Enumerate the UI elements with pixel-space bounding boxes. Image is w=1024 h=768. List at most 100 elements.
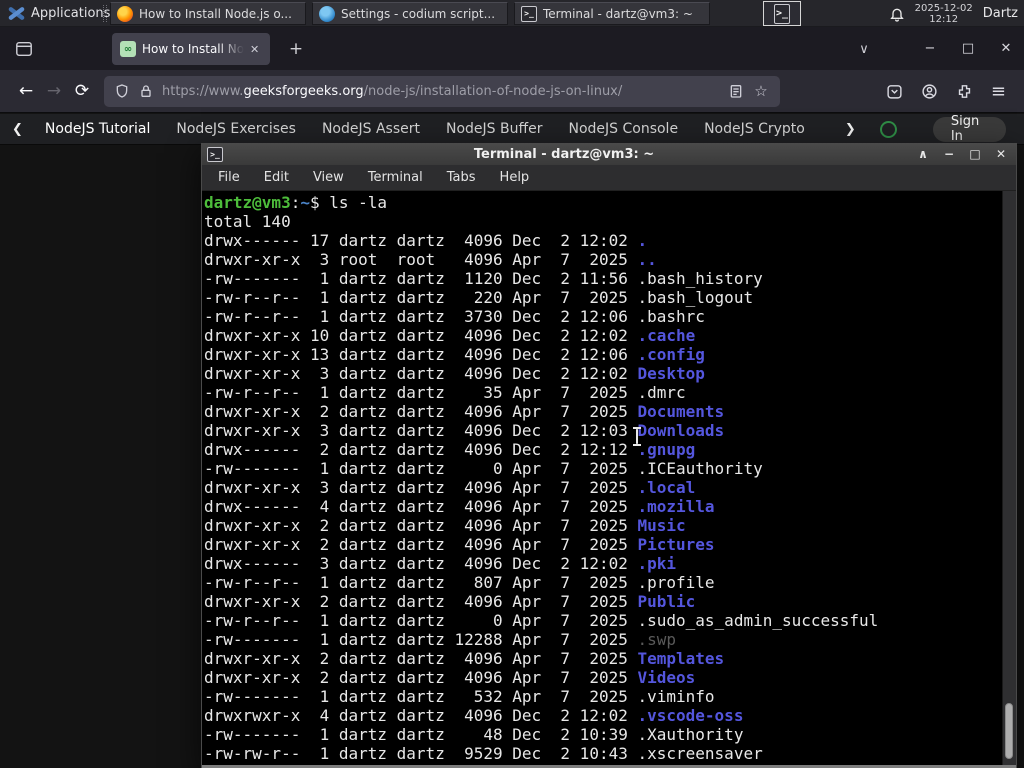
menu-view[interactable]: View [313,170,344,185]
file-name: .bashrc [637,307,705,326]
nav-item-nodejs-tutorial[interactable]: NodeJS Tutorial [45,121,150,137]
panel-clock[interactable]: 2025-12-02 12:12 [915,3,973,25]
terminal-menubar: File Edit View Terminal Tabs Help [202,165,1016,191]
geeksforgeeks-nav-bar: ❮ NodeJS Tutorial NodeJS Exercises NodeJS … [0,114,1024,145]
file-name: Templates [637,649,725,668]
browser-toolbar: ← → ⟳ https://www.geeksforgeeks.org/node… [0,70,1024,113]
file-name: .gnupg [637,440,696,459]
terminal-line: drwxr-xr-x 2 dartz dartz 4096 Apr 7 2025… [204,516,686,535]
menu-help[interactable]: Help [500,170,530,185]
tracking-protection-shield-icon[interactable] [114,83,130,99]
file-name: .bash_logout [637,288,754,307]
terminal-line: drwxr-xr-x 10 dartz dartz 4096 Dec 2 12:… [204,326,696,345]
file-name: .viminfo [637,687,715,706]
nav-scroll-right-icon[interactable]: ❯ [845,122,856,137]
file-name: Downloads [637,421,725,440]
firefox-view-icon [16,41,32,57]
file-name: .profile [637,573,715,592]
panel-grip [103,5,107,22]
file-name: .. [637,250,657,269]
terminal-scrollbar-thumb[interactable] [1005,703,1013,759]
task-button-label: Terminal - dartz@vm3: ~ [543,6,693,21]
list-all-tabs-icon[interactable]: ∨ [852,37,876,61]
url-text[interactable]: https://www.geeksforgeeks.org/node-js/in… [162,84,720,99]
lock-icon[interactable] [138,83,154,99]
terminal-line: drwx------ 17 dartz dartz 4096 Dec 2 12:… [204,231,648,250]
file-name: Documents [637,402,725,421]
panel-user-label: Dartz [982,6,1018,21]
terminal-icon: >_ [521,5,537,22]
terminal-title-bar[interactable]: >_ Terminal - dartz@vm3: ~ ∧ − □ ✕ [202,143,1016,165]
browser-window-controls: − □ ✕ [918,35,1018,61]
applications-menu-button[interactable]: Applications [2,1,116,26]
reader-mode-icon[interactable] [728,83,744,99]
terminal-maximize-icon[interactable]: □ [968,147,982,161]
nav-item-nodejs-buffer[interactable]: NodeJS Buffer [446,121,543,137]
nav-scroll-left-icon[interactable]: ❮ [12,122,23,137]
terminal-line: -rw------- 1 dartz dartz 48 Dec 2 10:39 … [204,725,744,744]
browser-minimize-icon[interactable]: − [918,35,942,61]
menu-terminal[interactable]: Terminal [368,170,423,185]
extensions-icon[interactable] [956,83,973,100]
menu-edit[interactable]: Edit [264,170,289,185]
terminal-minimize-icon[interactable]: − [942,147,956,161]
terminal-line: drwxr-xr-x 3 dartz dartz 4096 Dec 2 12:0… [204,421,725,440]
menu-icon[interactable]: ≡ [991,81,1006,102]
clock-time: 12:12 [929,13,959,25]
nav-item-nodejs-exercises[interactable]: NodeJS Exercises [176,121,296,137]
file-name: Desktop [637,364,705,383]
prompt-user-host: dartz@vm3 [204,193,291,212]
notification-bell-icon[interactable] [889,6,905,22]
terminal-window: >_ Terminal - dartz@vm3: ~ ∧ − □ ✕ File E… [201,143,1017,768]
site-nav-items: NodeJS Tutorial NodeJS Exercises NodeJS As… [45,121,823,137]
file-name: Public [637,592,696,611]
menu-tabs[interactable]: Tabs [447,170,476,185]
desktop: ∞ How to Install Node.js on ✕ + ∨ − □ ✕ … [0,0,1024,768]
file-name: .sudo_as_admin_successful [637,611,879,630]
terminal-launcher-icon: >_ [774,3,790,24]
file-name: Pictures [637,535,715,554]
terminal-line: drwx------ 4 dartz dartz 4096 Apr 7 2025… [204,497,715,516]
distro-logo-icon [8,7,25,20]
url-bar[interactable]: https://www.geeksforgeeks.org/node-js/in… [104,75,780,107]
terminal-launcher[interactable]: >_ [763,1,801,26]
terminal-window-controls: ∧ − □ ✕ [916,147,1016,161]
task-button-terminal[interactable]: >_ Terminal - dartz@vm3: ~ [514,2,710,25]
pocket-icon[interactable] [886,83,903,100]
file-name: .ICEauthority [637,459,763,478]
geeksforgeeks-favicon: ∞ [120,41,136,57]
nav-item-nodejs-assert[interactable]: NodeJS Assert [322,121,420,137]
bookmark-star-icon[interactable]: ☆ [752,82,770,100]
terminal-scrollbar[interactable] [1002,191,1016,765]
file-name: .config [637,345,705,364]
account-icon[interactable] [921,83,938,100]
task-button-codium[interactable]: Settings - codium script... [312,2,508,25]
firefox-view-button[interactable] [10,35,38,63]
codium-icon [319,5,335,22]
applications-label: Applications [31,6,111,21]
firefox-icon [117,5,133,22]
file-name: .Xauthority [637,725,744,744]
browser-tab-active[interactable]: ∞ How to Install Node.js on ✕ [112,33,270,65]
forward-icon[interactable]: → [40,77,68,105]
back-icon[interactable]: ← [12,77,40,105]
browser-close-icon[interactable]: ✕ [994,35,1018,61]
browser-tab-bar: ∞ How to Install Node.js on ✕ + ∨ − □ ✕ [0,27,1024,70]
file-name: .swp [637,630,677,649]
terminal-close-icon[interactable]: ✕ [994,147,1008,161]
reload-icon[interactable]: ⟳ [68,77,96,105]
file-name: .xscreensaver [637,744,763,763]
file-name: .cache [637,326,696,345]
nav-item-nodejs-console[interactable]: NodeJS Console [568,121,678,137]
search-icon[interactable] [879,120,897,138]
new-tab-button[interactable]: + [284,37,308,61]
file-name: .pki [637,554,677,573]
terminal-line: drwx------ 2 dartz dartz 4096 Dec 2 12:1… [204,440,696,459]
tab-close-icon[interactable]: ✕ [250,44,259,55]
menu-file[interactable]: File [218,170,240,185]
browser-maximize-icon[interactable]: □ [956,35,980,61]
terminal-body[interactable]: dartz@vm3:~$ ls -la total 140 drwx------ 1… [202,191,1016,765]
sign-in-button[interactable]: Sign In [932,114,1006,144]
task-button-firefox[interactable]: How to Install Node.js o... [110,2,306,25]
nav-item-nodejs-crypto[interactable]: NodeJS Crypto [704,121,805,137]
